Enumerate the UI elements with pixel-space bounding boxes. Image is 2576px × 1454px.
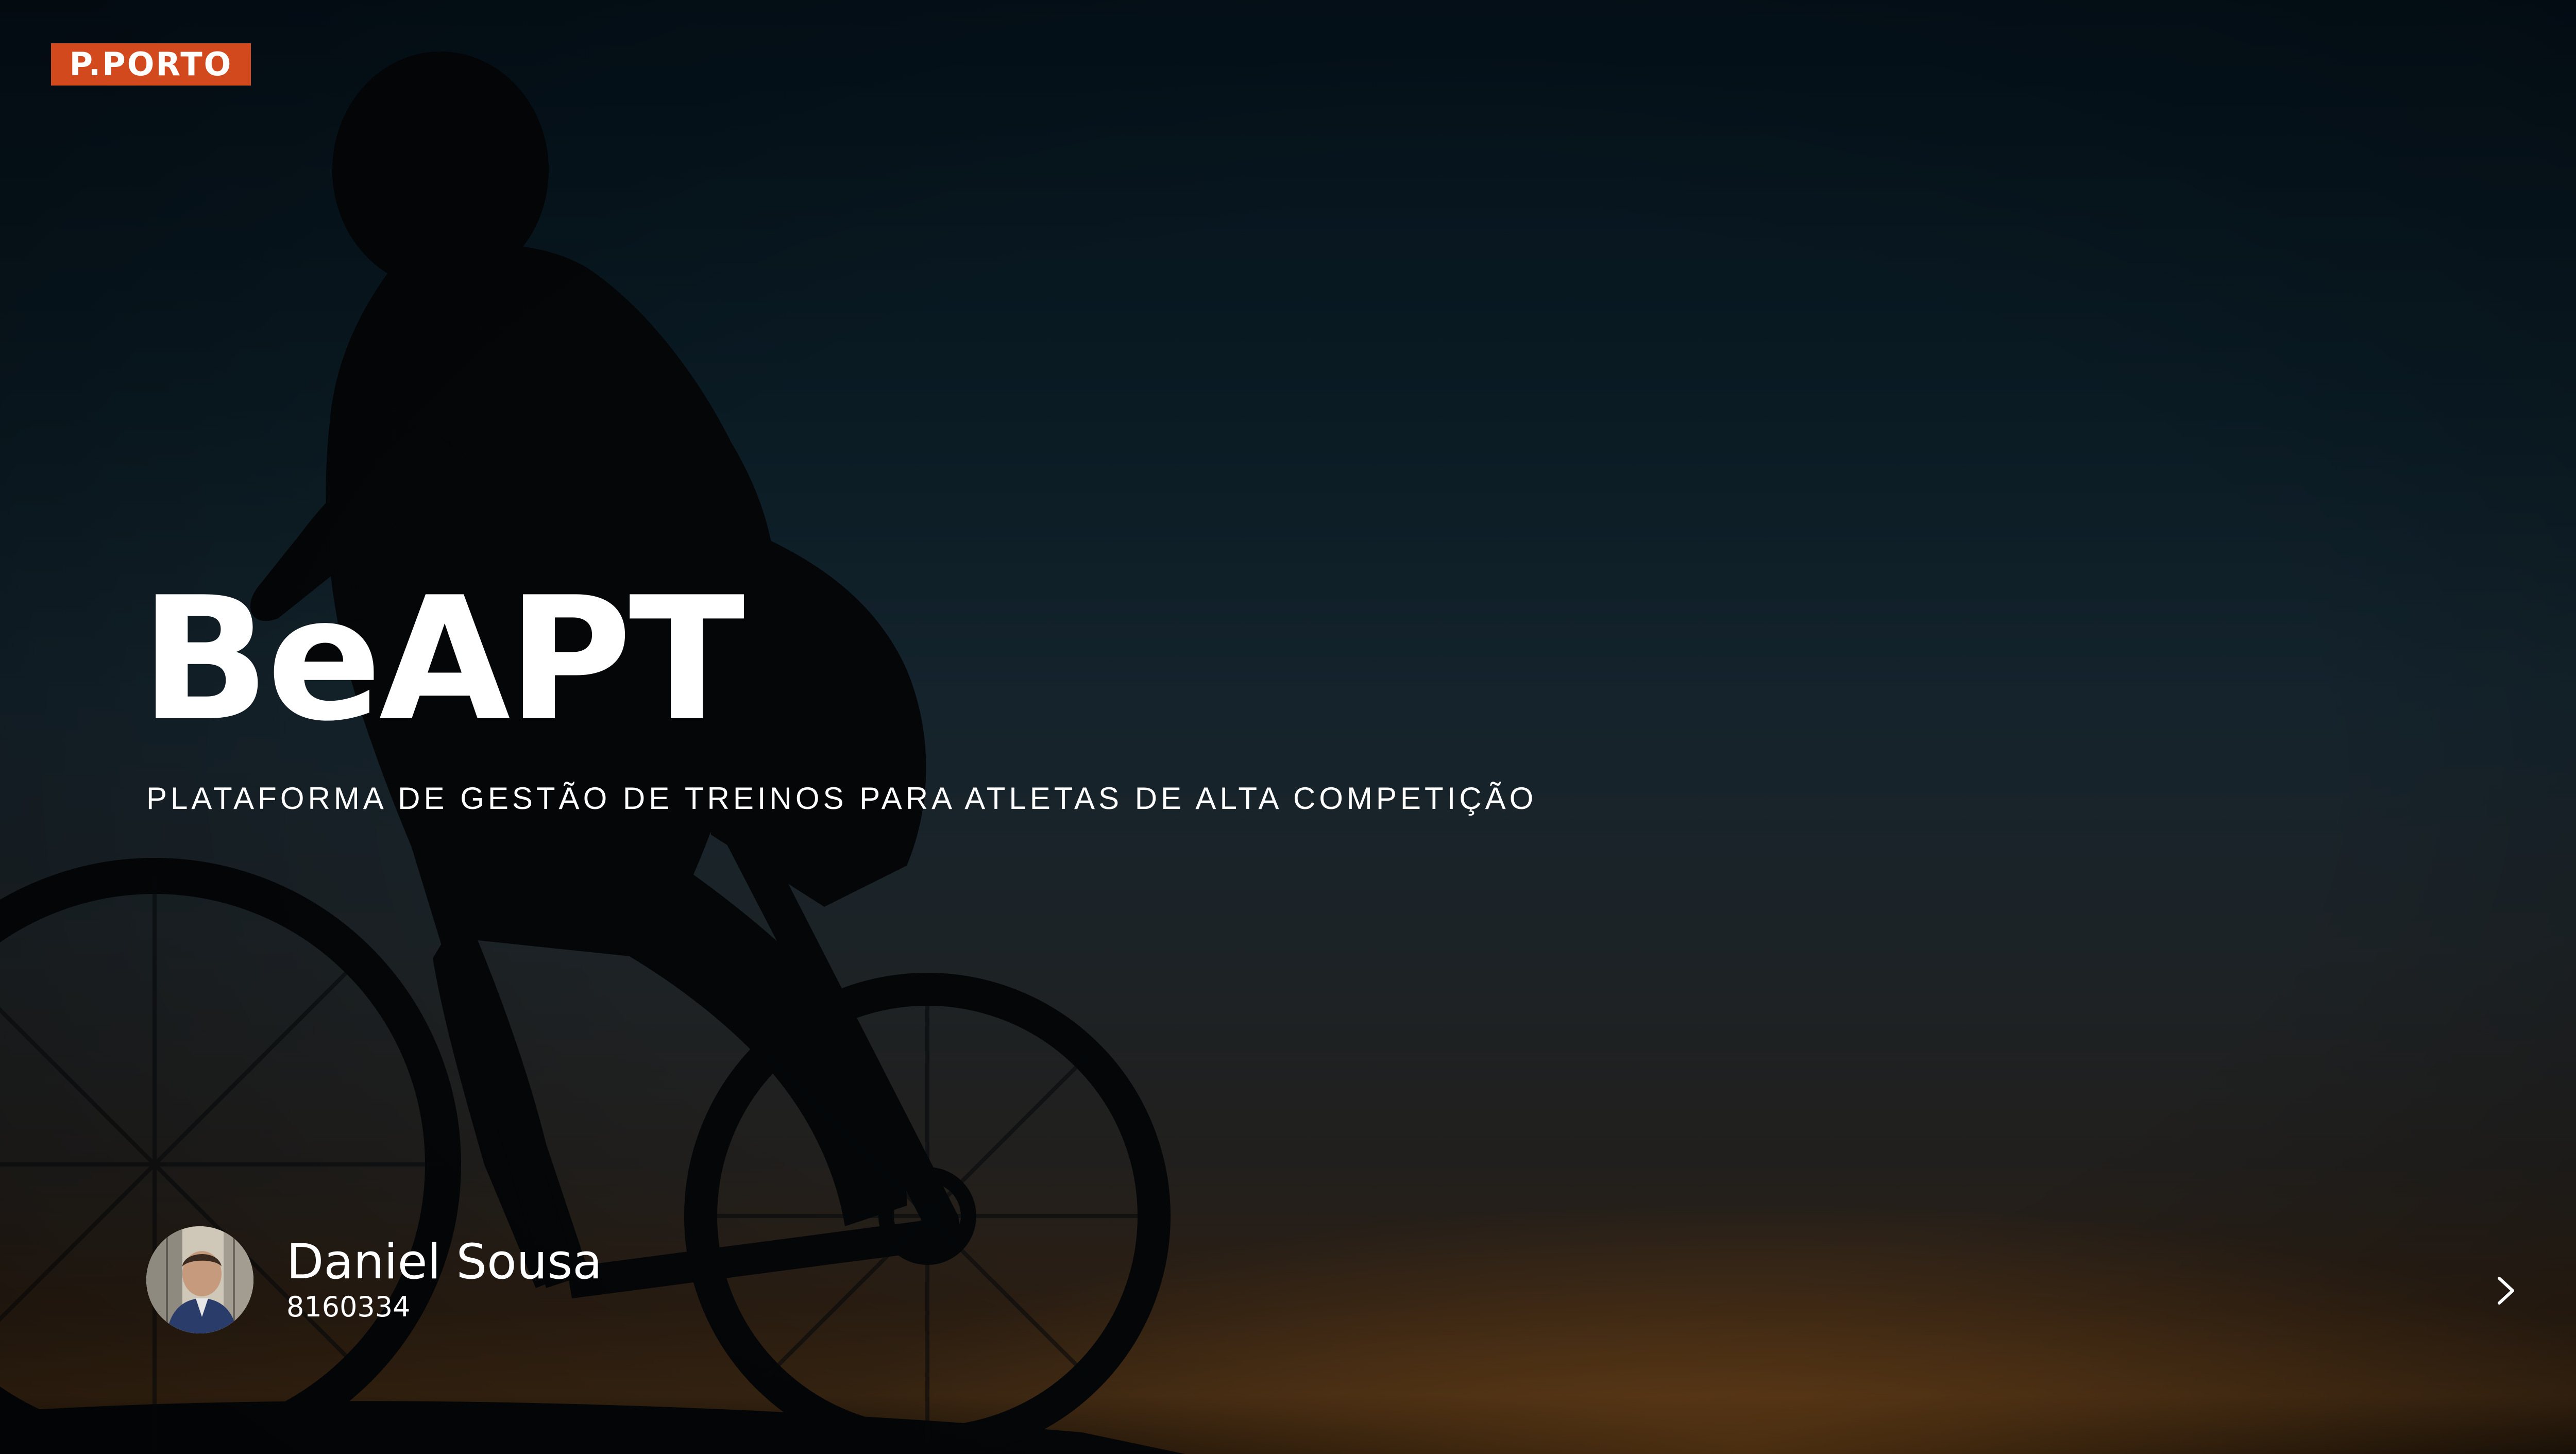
page-subtitle: PLATAFORMA DE GESTÃO DE TREINOS PARA ATL… <box>146 781 1537 816</box>
logo-text: P.PORTO <box>69 45 233 83</box>
author-card: Daniel Sousa 8160334 <box>146 1226 602 1333</box>
next-slide-button[interactable] <box>2483 1267 2530 1314</box>
page-title: BeAPT <box>140 561 745 758</box>
pporto-logo: P.PORTO <box>51 43 251 86</box>
author-student-number: 8160334 <box>286 1291 411 1324</box>
chevron-right-icon <box>2498 1277 2514 1305</box>
author-name: Daniel Sousa <box>286 1233 602 1290</box>
avatar <box>146 1226 253 1333</box>
avatar-photo <box>146 1226 253 1333</box>
